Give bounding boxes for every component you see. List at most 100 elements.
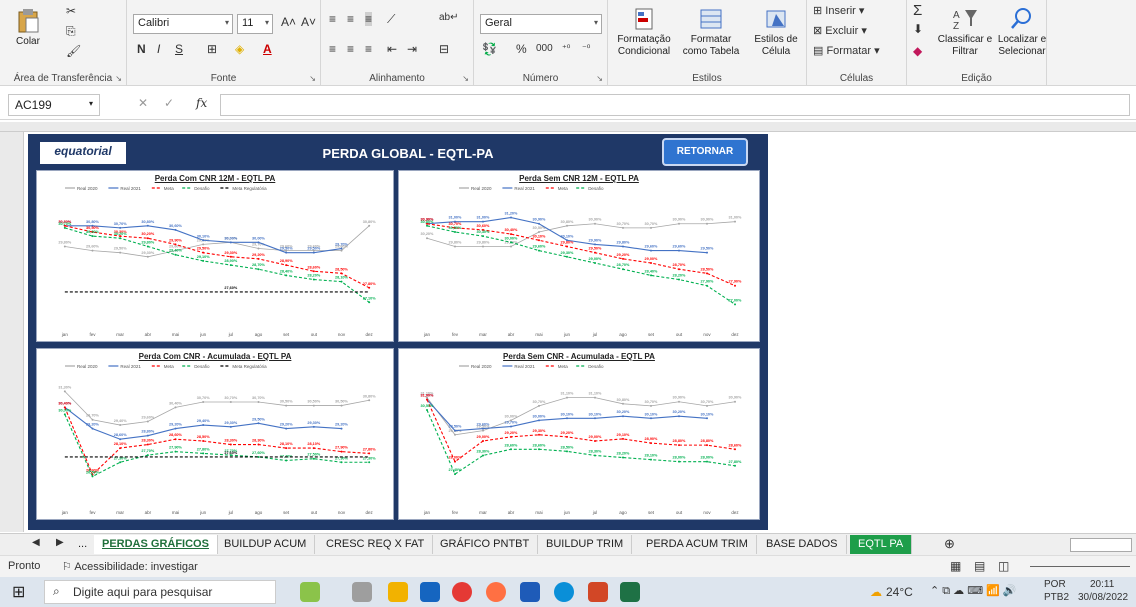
increase-indent-icon[interactable]: ⇥ <box>407 42 417 56</box>
accounting-icon[interactable]: 💱 <box>482 42 497 56</box>
align-right-icon[interactable]: ≡ <box>365 42 372 56</box>
borders-icon[interactable]: ⊞ <box>207 42 217 56</box>
align-center-icon[interactable]: ≡ <box>347 42 354 56</box>
delete-button[interactable]: ⊠ Excluir ▾ <box>813 24 867 37</box>
italic-button[interactable]: I <box>157 42 160 56</box>
number-launcher-icon[interactable]: ↘ <box>596 74 603 83</box>
file-explorer-icon[interactable] <box>388 582 408 602</box>
autosum-icon[interactable]: Σ <box>913 2 922 19</box>
return-button[interactable]: RETORNAR <box>662 138 748 166</box>
series-line <box>426 409 736 475</box>
clear-icon[interactable]: ◆ <box>913 44 922 58</box>
fill-icon[interactable]: ⬇ <box>913 22 923 36</box>
data-point <box>91 235 94 238</box>
format-button[interactable]: ▤ Formatar ▾ <box>813 44 880 57</box>
insert-function-icon[interactable]: fx <box>196 96 207 110</box>
alignment-launcher-icon[interactable]: ↘ <box>462 74 469 83</box>
temperature[interactable]: 24°C <box>886 585 913 599</box>
format-as-table-button[interactable]: Formatar como Tabela <box>678 6 744 58</box>
insert-button[interactable]: ⊞ Inserir ▾ <box>813 4 864 17</box>
sort-filter-button[interactable]: AZ Classificar e Filtrar <box>935 6 995 58</box>
tab-prev-icon[interactable]: ◀ <box>32 537 40 548</box>
data-label: 27,80% <box>729 460 743 464</box>
word-icon[interactable] <box>520 582 540 602</box>
task-view-icon[interactable] <box>352 582 372 602</box>
paste-button[interactable]: Colar <box>8 8 48 48</box>
align-left-icon[interactable]: ≡ <box>329 42 336 56</box>
tab-next-icon[interactable]: ▶ <box>56 537 64 548</box>
windows-start-icon[interactable]: ⊞ <box>12 582 25 602</box>
tab-perda-acum-trim[interactable]: PERDA ACUM TRIM <box>638 535 757 554</box>
font-launcher-icon[interactable]: ↘ <box>309 74 316 83</box>
align-top-icon[interactable]: ≡ <box>329 12 336 26</box>
find-select-button[interactable]: Localizar e Selecionar <box>997 6 1047 58</box>
name-box[interactable]: AC199 ▾ <box>8 94 100 116</box>
keyboard-layout[interactable]: PTB2 <box>1044 592 1069 603</box>
chart-panel-com-cnr-12m: Perda Com CNR 12M - EQTL PA Real 2020 Rea… <box>36 170 394 342</box>
copy-icon[interactable]: ⎘ <box>66 24 76 39</box>
fill-color-icon[interactable]: ◈ <box>235 42 244 56</box>
font-name-combo[interactable]: Calibri ▾ <box>133 14 233 34</box>
data-point <box>706 444 708 447</box>
zoom-slider[interactable] <box>1030 566 1130 567</box>
increase-decimal-icon[interactable]: ⁺⁰ <box>562 43 570 54</box>
tab-buildup-trim[interactable]: BUILDUP TRIM <box>538 535 633 554</box>
thousands-button[interactable]: 000 <box>536 43 553 54</box>
data-label: 30,10% <box>561 234 575 238</box>
chrome-icon[interactable] <box>452 582 472 602</box>
merge-center-icon[interactable]: ⊟ <box>439 42 449 56</box>
align-middle-icon[interactable]: ≡ <box>347 12 354 26</box>
weather-icon[interactable]: ☁ <box>870 585 882 599</box>
clipboard-launcher-icon[interactable]: ↘ <box>115 74 122 83</box>
page-layout-icon[interactable]: ▤ <box>974 559 985 573</box>
worksheet[interactable]: equatorial PERDA GLOBAL - EQTL-PA RETORN… <box>24 132 1136 532</box>
tab-perdas-graficos[interactable]: PERDAS GRÁFICOS <box>94 535 218 554</box>
format-painter-icon[interactable]: 🖌 <box>66 44 81 58</box>
language-indicator[interactable]: POR <box>1044 579 1066 590</box>
tab-more[interactable]: ... <box>70 535 97 554</box>
system-tray-icons[interactable]: ⌃ ⧉ ☁ ⌨ 📶 🔊 <box>930 584 1017 598</box>
widget-icon[interactable] <box>300 582 320 602</box>
tab-buildup-acum[interactable]: BUILDUP ACUM <box>216 535 316 554</box>
align-bottom-icon[interactable]: ≡ <box>365 12 373 26</box>
powerpoint-icon[interactable] <box>588 582 608 602</box>
chrome-profile-icon[interactable] <box>486 582 506 602</box>
conditional-formatting-button[interactable]: Formatação Condicional <box>612 6 676 58</box>
edge-icon[interactable] <box>554 582 574 602</box>
wrap-text-icon[interactable]: ab↵ <box>439 12 459 23</box>
data-point <box>202 259 205 262</box>
normal-view-icon[interactable]: ▦ <box>950 559 961 573</box>
data-label: 29,60% <box>477 423 491 427</box>
shrink-font-icon[interactable]: A˅ <box>301 15 316 29</box>
taskbar-search[interactable]: ⌕ Digite aqui para pesquisar <box>44 580 276 604</box>
legend-entry: Meta <box>164 364 175 369</box>
percent-button[interactable]: % <box>516 42 527 56</box>
add-sheet-icon[interactable]: ⊕ <box>944 536 955 552</box>
clock-date[interactable]: 30/08/2022 <box>1078 592 1128 603</box>
horizontal-scrollbar[interactable] <box>1070 538 1132 552</box>
tab-eqtl-pa[interactable]: EQTL PA <box>850 535 913 554</box>
underline-button[interactable]: S <box>175 42 183 56</box>
data-label: 30,90% <box>673 396 687 400</box>
mail-icon[interactable] <box>420 582 440 602</box>
grow-font-icon[interactable]: A˄ <box>281 15 296 29</box>
cancel-icon[interactable]: ✕ <box>138 96 148 110</box>
excel-icon[interactable] <box>620 582 640 602</box>
tab-grafico-pntbt[interactable]: GRÁFICO PNTBT <box>432 535 539 554</box>
decrease-decimal-icon[interactable]: ⁻⁰ <box>582 43 590 54</box>
enter-icon[interactable]: ✓ <box>164 96 174 110</box>
number-format-combo[interactable]: Geral ▾ <box>480 14 602 34</box>
tab-cresc-req-x-fat[interactable]: CRESC REQ X FAT <box>318 535 434 554</box>
font-size-combo[interactable]: 11 ▾ <box>237 14 273 34</box>
page-break-icon[interactable]: ◫ <box>998 559 1009 573</box>
cut-icon[interactable]: ✂ <box>66 4 76 18</box>
cell-styles-button[interactable]: Estilos de Célula <box>748 6 804 58</box>
formula-input[interactable] <box>220 94 1130 116</box>
orientation-icon[interactable]: ⟋ <box>387 12 395 27</box>
accessibility-status[interactable]: ⚐ Acessibilidade: investigar <box>62 560 198 573</box>
bold-button[interactable]: N <box>137 42 146 56</box>
tab-base-dados[interactable]: BASE DADOS <box>758 535 847 554</box>
clock-time[interactable]: 20:11 <box>1090 579 1114 590</box>
font-color-icon[interactable]: A <box>263 42 272 56</box>
decrease-indent-icon[interactable]: ⇤ <box>387 42 397 56</box>
